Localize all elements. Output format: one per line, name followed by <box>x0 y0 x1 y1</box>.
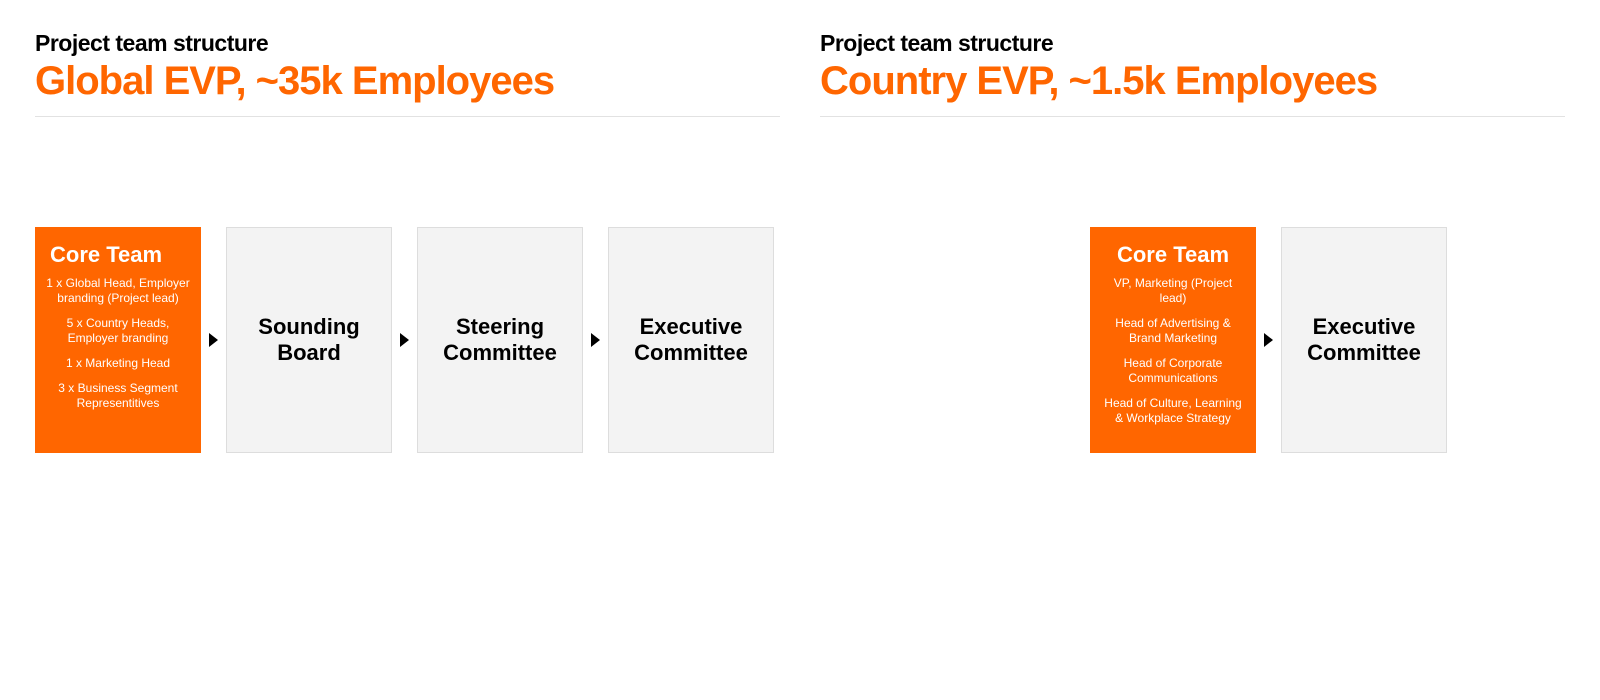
core-team-title: Core Team <box>1117 242 1229 268</box>
flow-country: Core Team VP, Marketing (Project lead) H… <box>1090 227 1565 453</box>
flow-global: Core Team 1 x Global Head, Employer bran… <box>35 227 780 453</box>
kicker: Project team structure <box>820 30 1565 57</box>
core-item: 5 x Country Heads, Employer branding <box>46 316 190 346</box>
headline: Country EVP, ~1.5k Employees <box>820 59 1565 104</box>
executive-committee-box: Executive Committee <box>1281 227 1447 453</box>
arrow-right-icon <box>400 333 409 347</box>
divider <box>820 116 1565 117</box>
core-item: Head of Culture, Learning & Workplace St… <box>1101 396 1245 426</box>
panel-global: Project team structure Global EVP, ~35k … <box>35 30 780 670</box>
core-item: 3 x Business Segment Representitives <box>46 381 190 411</box>
arrow-right-icon <box>209 333 218 347</box>
core-item: Head of Corporate Communications <box>1101 356 1245 386</box>
executive-committee-box: Executive Committee <box>608 227 774 453</box>
core-item: Head of Advertising & Brand Marketing <box>1101 316 1245 346</box>
panel-country: Project team structure Country EVP, ~1.5… <box>820 30 1565 670</box>
core-team-box: Core Team VP, Marketing (Project lead) H… <box>1090 227 1256 453</box>
core-item: 1 x Marketing Head <box>66 356 170 371</box>
core-team-title: Core Team <box>46 242 162 268</box>
core-item: VP, Marketing (Project lead) <box>1101 276 1245 306</box>
arrow-right-icon <box>591 333 600 347</box>
core-item: 1 x Global Head, Employer branding (Proj… <box>46 276 190 306</box>
steering-committee-box: Steering Committee <box>417 227 583 453</box>
sounding-board-box: Sounding Board <box>226 227 392 453</box>
core-team-box: Core Team 1 x Global Head, Employer bran… <box>35 227 201 453</box>
kicker: Project team structure <box>35 30 780 57</box>
divider <box>35 116 780 117</box>
arrow-right-icon <box>1264 333 1273 347</box>
headline: Global EVP, ~35k Employees <box>35 59 780 104</box>
